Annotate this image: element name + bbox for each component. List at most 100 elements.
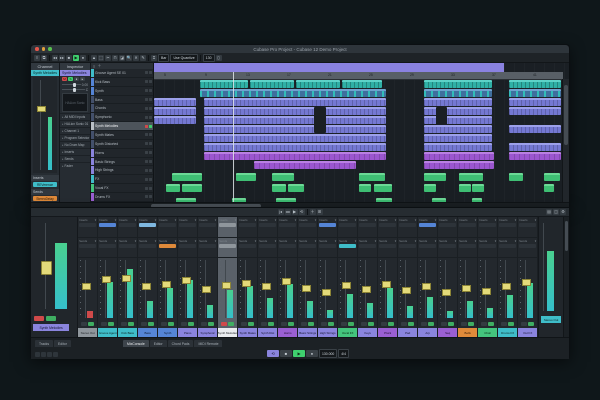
chevron-down-icon[interactable]: ▾: [155, 239, 156, 243]
mixer-channel[interactable]: Inserts▾ Sends▾ High Strings: [318, 217, 338, 337]
timeline-ruler[interactable]: 591317212529333741: [154, 72, 563, 80]
mute-solo-buttons[interactable]: [145, 89, 152, 92]
channel-name-plate[interactable]: High Strings: [318, 328, 337, 337]
send-slot[interactable]: [339, 244, 356, 248]
insert-slot[interactable]: [219, 223, 236, 227]
racks-icon[interactable]: ▤: [546, 209, 552, 215]
insert-slot[interactable]: [279, 223, 296, 227]
zoom-tool-icon[interactable]: 🔍: [126, 55, 132, 61]
mixer-channel[interactable]: Inserts▾ Sends▾ Out FX: [518, 217, 538, 337]
inspector-row[interactable]: ▸Program Selector: [60, 134, 90, 141]
solo-button[interactable]: [208, 322, 214, 326]
inspector-row[interactable]: ▸All MIDI Inputs: [60, 113, 90, 120]
midi-clip[interactable]: [200, 89, 386, 97]
insert-slot[interactable]: [99, 223, 116, 227]
chevron-down-icon[interactable]: ▾: [535, 218, 536, 222]
chevron-down-icon[interactable]: ▾: [455, 239, 456, 243]
track-row[interactable]: Bass: [91, 96, 153, 105]
mute-button[interactable]: [201, 322, 207, 326]
vertical-scrollbar[interactable]: [562, 79, 569, 202]
chevron-down-icon[interactable]: ▾: [335, 218, 336, 222]
insert-slot[interactable]: [519, 223, 536, 227]
send-slot[interactable]: [239, 244, 256, 248]
midi-clip[interactable]: [472, 184, 484, 192]
solo-button[interactable]: [148, 322, 154, 326]
fader-cap[interactable]: [362, 286, 371, 293]
mixer-channel[interactable]: Inserts▾ Sends▾ Choir: [478, 217, 498, 337]
solo-button[interactable]: [528, 322, 534, 326]
solo-button[interactable]: [488, 322, 494, 326]
midi-clip[interactable]: [544, 184, 554, 192]
channel-name-plate[interactable]: Vocal FX: [338, 328, 357, 337]
track-row[interactable]: Horns: [91, 149, 153, 158]
mixer-channel[interactable]: Inserts▾ Sends▾ Vocal FX: [338, 217, 358, 337]
midi-clip[interactable]: [509, 173, 523, 181]
midi-clip[interactable]: [204, 125, 386, 133]
mute-button[interactable]: [321, 322, 327, 326]
cycle-icon[interactable]: ⟲: [267, 350, 279, 357]
record-enable-button[interactable]: ●: [74, 77, 79, 81]
fader-cap[interactable]: [402, 287, 411, 294]
solo-button[interactable]: [388, 322, 394, 326]
insert-slot[interactable]: [419, 223, 436, 227]
send-slot[interactable]: [459, 244, 476, 248]
mixer-channel[interactable]: Inserts▾ Sends▾ Arp: [418, 217, 438, 337]
midi-clip[interactable]: [272, 184, 286, 192]
midi-clip[interactable]: [154, 107, 196, 115]
track-row[interactable]: Chords: [91, 104, 153, 113]
fader-cap[interactable]: [502, 283, 511, 290]
insert-slot[interactable]: [479, 223, 496, 227]
mute-button[interactable]: [361, 322, 367, 326]
settings-icon[interactable]: ⚙: [560, 209, 566, 215]
channel-fader[interactable]: [33, 77, 57, 173]
midi-clip[interactable]: [459, 184, 471, 192]
chevron-down-icon[interactable]: ▾: [375, 218, 376, 222]
pan-slider[interactable]: C: [60, 87, 90, 92]
solo-button[interactable]: [508, 322, 514, 326]
chevron-down-icon[interactable]: ▾: [455, 218, 456, 222]
fader-cap[interactable]: [422, 283, 431, 290]
send-slot[interactable]: [419, 244, 436, 248]
inspector-row[interactable]: ▸Sends: [60, 155, 90, 162]
channel-name-plate[interactable]: Synth Mates: [238, 328, 257, 337]
send-slot[interactable]: StereoDelay: [33, 196, 57, 201]
chevron-down-icon[interactable]: ▾: [315, 218, 316, 222]
midi-clip[interactable]: [424, 98, 492, 106]
chevron-down-icon[interactable]: ▾: [535, 239, 536, 243]
insert-slot[interactable]: [199, 223, 216, 227]
chevron-down-icon[interactable]: ▾: [435, 239, 436, 243]
channel-name-plate[interactable]: Choir: [478, 328, 497, 337]
mute-button[interactable]: [261, 322, 267, 326]
send-slot[interactable]: [379, 244, 396, 248]
solo-button[interactable]: [128, 322, 134, 326]
chevron-down-icon[interactable]: ▾: [475, 218, 476, 222]
fader-cap[interactable]: [242, 280, 251, 287]
midi-clip[interactable]: [509, 143, 561, 151]
solo-button[interactable]: [328, 322, 334, 326]
send-slot[interactable]: [399, 244, 416, 248]
channel-name-plate[interactable]: Basic Strings: [298, 328, 317, 337]
send-slot[interactable]: [499, 244, 516, 248]
solo-button[interactable]: [168, 322, 174, 326]
send-slot[interactable]: [99, 244, 116, 248]
midi-clip[interactable]: [424, 107, 492, 115]
mixer-channel[interactable]: Inserts▾ Sends▾ Bass: [138, 217, 158, 337]
mute-solo-buttons[interactable]: [145, 107, 152, 110]
solo-button[interactable]: [188, 322, 194, 326]
channel-name-plate[interactable]: Arp: [418, 328, 437, 337]
mute-solo-buttons[interactable]: [145, 125, 152, 128]
mixer-channel[interactable]: Inserts▾ Sends▾ Symphonic: [198, 217, 218, 337]
fader-cap[interactable]: [41, 261, 52, 275]
chevron-down-icon[interactable]: ▾: [175, 218, 176, 222]
channel-panel-header[interactable]: Channel: [31, 63, 59, 70]
play-icon[interactable]: ▶: [293, 350, 305, 357]
fader-cap[interactable]: [202, 286, 211, 293]
chevron-down-icon[interactable]: ▾: [275, 218, 276, 222]
channel-name-plate[interactable]: Piano: [178, 328, 197, 337]
insert-slot[interactable]: [79, 223, 96, 227]
solo-button[interactable]: S: [68, 77, 73, 81]
midi-clip[interactable]: [172, 173, 202, 181]
range-tool-icon[interactable]: ⬚: [98, 55, 104, 61]
channel-name-plate[interactable]: Seq: [438, 328, 457, 337]
mixer-channel[interactable]: Inserts▾ Sends▾ Kick Bass: [118, 217, 138, 337]
